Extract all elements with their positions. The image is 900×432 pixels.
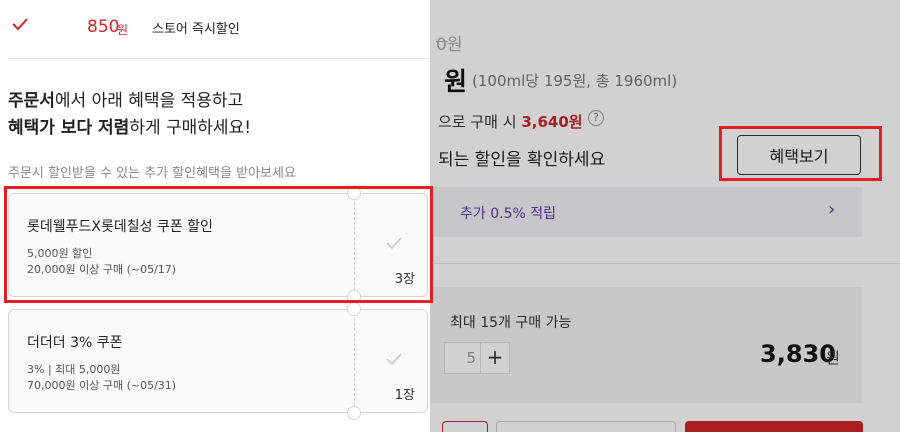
store-discount-amount: 850 (87, 17, 120, 37)
check-icon (12, 18, 28, 31)
coupon-discount: 3% | 최대 5,000원 (27, 363, 121, 376)
check-icon[interactable] (385, 350, 403, 368)
store-discount-won: 원 (117, 23, 129, 37)
panel-headline: 주문서에서 아래 혜택을 적용하고 혜택가 보다 저렴하게 구매하세요! (8, 91, 252, 138)
coupon-count: 1장 (394, 388, 415, 403)
benefit-button-highlight (719, 126, 882, 181)
store-discount-label: 스토어 즉시할인 (152, 22, 240, 37)
coupon-condition: 70,000원 이상 구매 (~05/31) (27, 379, 177, 392)
coupon-highlight (4, 186, 433, 303)
coupon-name: 더더더 3% 쿠폰 (27, 335, 123, 351)
coupon-card[interactable]: 더더더 3% 쿠폰 3% | 최대 5,000원 70,000원 이상 구매 (… (8, 302, 428, 420)
divider (8, 58, 430, 59)
panel-subtitle: 주문시 할인받을 수 있는 추가 할인혜택을 받아보세요 (8, 166, 296, 181)
dim-overlay[interactable] (430, 0, 900, 432)
coupon-panel: 850 원 스토어 즉시할인 주문서에서 아래 혜택을 적용하고 혜택가 보다 … (0, 0, 433, 432)
